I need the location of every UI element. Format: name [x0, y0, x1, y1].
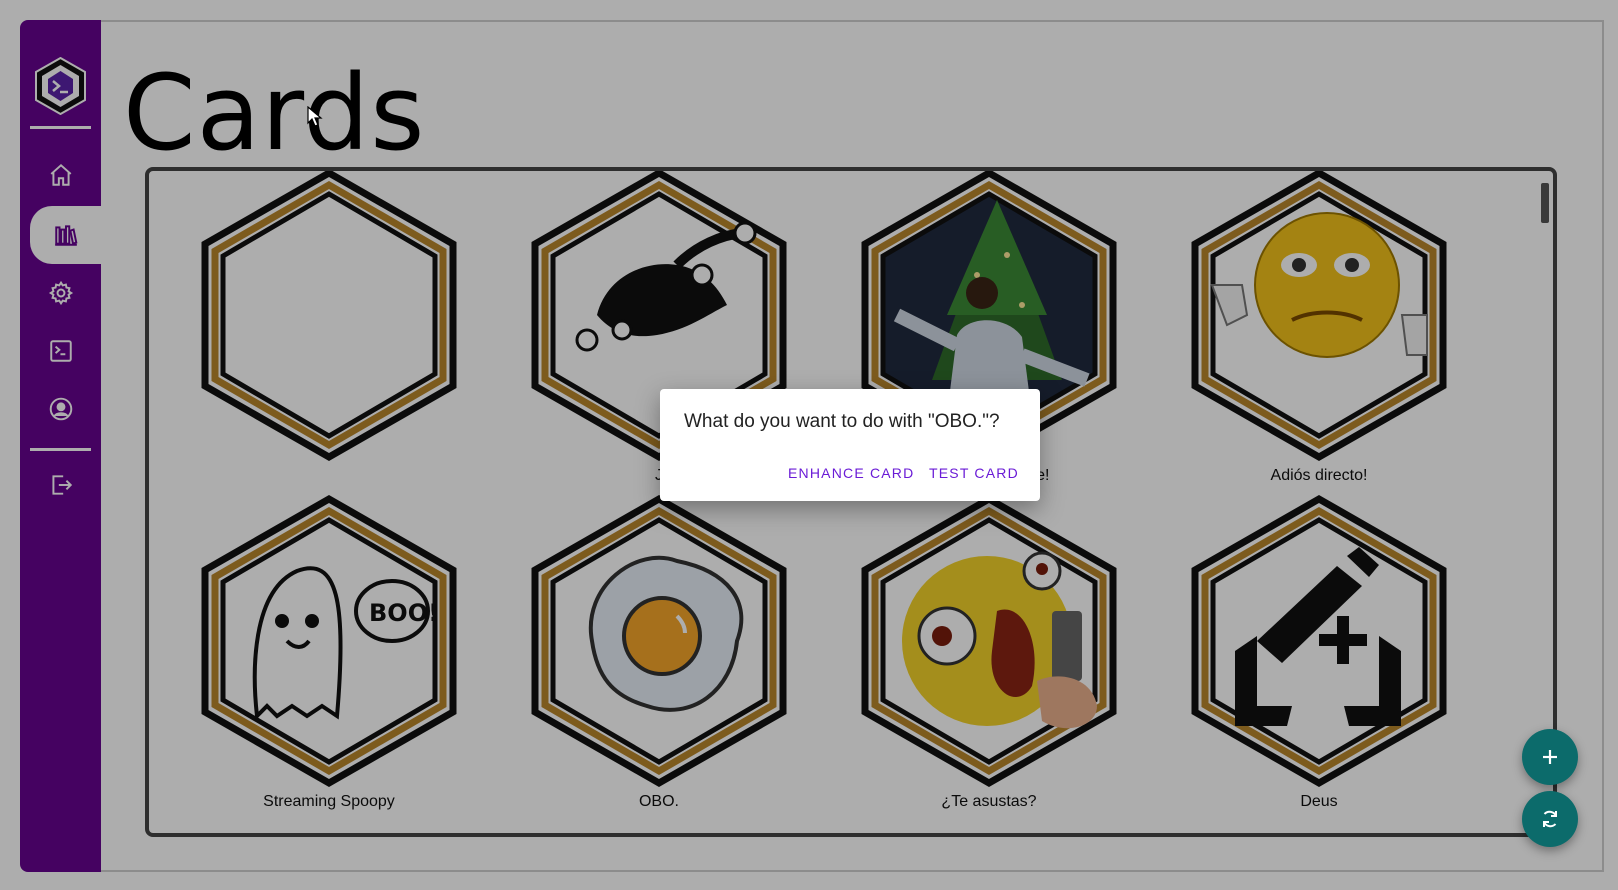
plus-icon: [1543, 750, 1557, 764]
test-card-button[interactable]: TEST CARD: [929, 465, 1019, 481]
refresh-icon: [1543, 810, 1557, 828]
card-action-dialog: What do you want to do with "OBO."? ENHA…: [660, 389, 1040, 501]
add-card-button[interactable]: [1522, 729, 1578, 785]
enhance-card-button[interactable]: ENHANCE CARD: [788, 465, 914, 481]
mouse-cursor-icon: [307, 106, 323, 127]
dialog-message: What do you want to do with "OBO."?: [684, 411, 1000, 432]
refresh-button[interactable]: [1522, 791, 1578, 847]
